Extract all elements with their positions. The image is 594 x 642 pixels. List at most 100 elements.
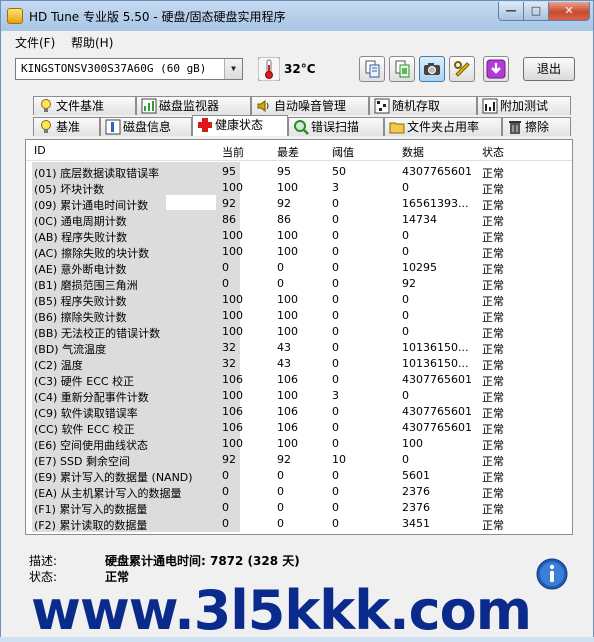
cell-data: 2376 (402, 501, 430, 514)
minimize-button[interactable]: — (498, 2, 524, 21)
cell-threshold: 0 (332, 277, 339, 290)
cell-threshold: 0 (332, 213, 339, 226)
drive-select[interactable]: KINGSTONSV300S37A60G (60 gB) ▼ (15, 58, 243, 80)
tab-health[interactable]: 健康状态 (192, 115, 288, 136)
cell-data: 3451 (402, 517, 430, 530)
tab-file-benchmark[interactable]: 文件基准 (33, 96, 136, 115)
menu-file[interactable]: 文件(F) (15, 34, 55, 51)
cell-data: 10295 (402, 261, 437, 274)
cell-worst: 43 (277, 357, 291, 370)
tab-label: 错误扫描 (311, 120, 360, 134)
header-id[interactable]: ID (34, 144, 46, 157)
cell-threshold: 0 (332, 437, 339, 450)
grid-icon (374, 98, 390, 114)
header-status[interactable]: 状态 (482, 144, 504, 160)
tab-error-scan[interactable]: 错误扫描 (288, 117, 384, 136)
cell-worst: 100 (277, 309, 298, 322)
cell-current: 100 (222, 181, 243, 194)
options-icon (454, 61, 470, 77)
cell-current: 0 (222, 501, 229, 514)
cell-status: 正常 (482, 439, 504, 452)
cell-status: 正常 (482, 407, 504, 420)
cell-threshold: 0 (332, 197, 339, 210)
cell-current: 32 (222, 357, 236, 370)
tab-noise-management[interactable]: 自动噪音管理 (251, 96, 369, 115)
copy-text-button[interactable] (359, 56, 385, 82)
description-value: 硬盘累计通电时间: 7872 (328 天) (105, 554, 300, 568)
cell-status: 正常 (482, 215, 504, 228)
title-bar[interactable]: HD Tune 专业版 5.50 - 硬盘/固态硬盘实用程序 — □ ✕ (1, 1, 593, 31)
cell-id: (BB) 无法校正的错误计数 (34, 327, 161, 340)
tab-folder-usage[interactable]: 文件夹占用率 (384, 117, 502, 136)
tab-label: 文件夹占用率 (407, 120, 480, 134)
info-icon[interactable] (536, 558, 568, 590)
cell-current: 106 (222, 405, 243, 418)
cell-data: 100 (402, 437, 423, 450)
cell-worst: 100 (277, 293, 298, 306)
tab-benchmark[interactable]: 基准 (33, 117, 100, 136)
cell-worst: 92 (277, 197, 291, 210)
maximize-button[interactable]: □ (523, 2, 549, 21)
cell-data: 16561393... (402, 197, 469, 210)
cell-id: (E7) SSD 剩余空间 (34, 455, 130, 468)
header-threshold[interactable]: 阈值 (332, 144, 354, 160)
cell-threshold: 0 (332, 405, 339, 418)
cell-id: (C3) 硬件 ECC 校正 (34, 375, 135, 388)
close-button[interactable]: ✕ (548, 2, 590, 21)
cell-threshold: 0 (332, 517, 339, 530)
options-button[interactable] (449, 56, 475, 82)
cell-threshold: 0 (332, 357, 339, 370)
cell-worst: 100 (277, 437, 298, 450)
cell-current: 100 (222, 309, 243, 322)
cell-id: (F2) 累计读取的数据量 (34, 519, 148, 532)
cell-current: 100 (222, 389, 243, 402)
cell-status: 正常 (482, 343, 504, 356)
copy-screen-button[interactable] (389, 56, 415, 82)
cell-threshold: 0 (332, 309, 339, 322)
header-current[interactable]: 当前 (222, 144, 244, 160)
copy-text-icon (365, 60, 380, 78)
cell-current: 100 (222, 325, 243, 338)
cell-data: 4307765601 (402, 421, 472, 434)
cell-id: (B6) 擦除失败计数 (34, 311, 127, 324)
cell-threshold: 0 (332, 469, 339, 482)
cell-status: 正常 (482, 503, 504, 516)
cell-current: 0 (222, 469, 229, 482)
cell-current: 0 (222, 517, 229, 530)
cell-data: 0 (402, 325, 409, 338)
tab-disk-monitor[interactable]: 磁盘监视器 (136, 96, 251, 115)
menu-help[interactable]: 帮助(H) (71, 34, 113, 51)
chevron-down-icon[interactable]: ▼ (224, 59, 242, 79)
tab-erase[interactable]: 擦除 (502, 117, 571, 136)
cell-current: 106 (222, 373, 243, 386)
tab-label: 基准 (56, 120, 81, 134)
trash-icon (509, 121, 521, 134)
cell-threshold: 0 (332, 245, 339, 258)
header-data[interactable]: 数据 (402, 144, 424, 160)
screenshot-button[interactable] (419, 56, 445, 82)
tab-label: 擦除 (525, 120, 550, 134)
cell-id: (EA) 从主机累计写入的数据量 (34, 487, 182, 500)
save-button[interactable] (483, 56, 509, 82)
cell-worst: 100 (277, 325, 298, 338)
cell-data: 10136150... (402, 341, 469, 354)
cell-worst: 106 (277, 373, 298, 386)
tab-disk-info[interactable]: 磁盘信息 (100, 117, 192, 136)
tab-extra-tests[interactable]: 附加测试 (477, 96, 571, 115)
exit-button[interactable]: 退出 (523, 57, 575, 81)
smart-table[interactable]: ID 当前 最差 阈值 数据 状态 (01) 底层数据读取错误率 95 95 50 43… (25, 139, 573, 535)
app-icon (7, 8, 23, 24)
cell-worst: 0 (277, 517, 284, 530)
cell-threshold: 10 (332, 453, 346, 466)
cell-id: (C9) 软件读取错误率 (34, 407, 138, 420)
cell-threshold: 0 (332, 325, 339, 338)
disk-info-icon (105, 119, 121, 135)
header-worst[interactable]: 最差 (277, 144, 299, 160)
cell-worst: 106 (277, 405, 298, 418)
drive-select-value: KINGSTONSV300S37A60G (60 gB) (21, 62, 207, 75)
cell-data: 0 (402, 453, 409, 466)
cell-worst: 92 (277, 453, 291, 466)
header-divider (26, 160, 572, 161)
tab-random-access[interactable]: 随机存取 (369, 96, 477, 115)
cell-id: (AB) 程序失败计数 (34, 231, 128, 244)
